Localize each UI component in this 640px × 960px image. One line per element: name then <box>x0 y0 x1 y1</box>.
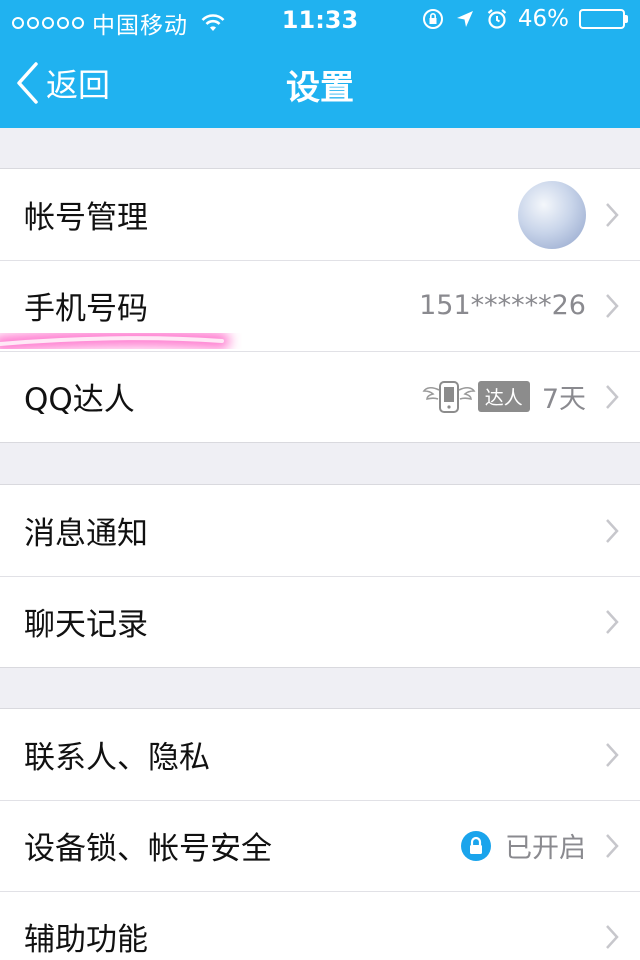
row-qq-daren[interactable]: QQ达人 达人 7天 <box>0 351 640 442</box>
nav-bar: 返回 设置 <box>0 40 640 128</box>
avatar <box>518 180 586 249</box>
row-accessory <box>604 891 620 960</box>
back-label: 返回 <box>46 66 111 104</box>
row-label: 联系人、隐私 <box>24 740 210 776</box>
chevron-right-icon <box>606 293 619 318</box>
row-accessibility[interactable]: 辅助功能 <box>0 891 640 960</box>
row-accessory <box>604 485 620 576</box>
row-chat-history[interactable]: 聊天记录 <box>0 576 640 667</box>
phone-number-value: 151******26 <box>419 290 586 321</box>
header: 中国移动 11:33 46% 返回 设置 <box>0 0 640 128</box>
chevron-left-icon <box>17 62 38 104</box>
settings-group-messages: 消息通知 聊天记录 <box>0 484 640 668</box>
chevron-right-icon <box>606 518 619 543</box>
status-right: 46% <box>422 6 628 32</box>
row-label: 帐号管理 <box>24 200 148 236</box>
row-label: 辅助功能 <box>24 922 148 958</box>
row-accessory: 151******26 <box>419 260 620 351</box>
row-device-lock-security[interactable]: 设备锁、帐号安全 已开启 <box>0 800 640 891</box>
status-bar: 中国移动 11:33 46% <box>0 0 640 40</box>
battery-percent: 46% <box>517 6 569 32</box>
settings-group-account: 帐号管理 手机号码 151******26 QQ达人 达人 7天 <box>0 168 640 443</box>
location-arrow-icon <box>456 11 473 27</box>
daren-days-value: 7天 <box>541 384 586 415</box>
chevron-right-icon <box>606 833 619 858</box>
winged-phone-icon <box>422 380 476 413</box>
battery-icon <box>579 9 628 29</box>
row-label: 聊天记录 <box>24 607 148 643</box>
chevron-right-icon <box>606 609 619 634</box>
device-lock-status: 已开启 <box>505 833 586 864</box>
row-phone-number[interactable]: 手机号码 151******26 <box>0 260 640 351</box>
row-accessory: 达人 7天 <box>422 351 620 442</box>
row-label: 设备锁、帐号安全 <box>24 831 272 867</box>
chevron-right-icon <box>606 924 619 949</box>
alarm-icon <box>487 9 507 29</box>
chevron-right-icon <box>606 202 619 227</box>
back-button[interactable]: 返回 <box>14 60 110 106</box>
row-label: 手机号码 <box>24 291 148 327</box>
row-contacts-privacy[interactable]: 联系人、隐私 <box>0 709 640 800</box>
settings-group-privacy: 联系人、隐私 设备锁、帐号安全 已开启 辅助功能 <box>0 708 640 960</box>
row-accessory <box>604 709 620 800</box>
row-accessory: 已开启 <box>461 800 620 891</box>
lock-icon <box>461 830 491 861</box>
row-message-notifications[interactable]: 消息通知 <box>0 485 640 576</box>
row-account-management[interactable]: 帐号管理 <box>0 169 640 260</box>
row-label: 消息通知 <box>24 516 148 552</box>
chevron-right-icon <box>606 742 619 767</box>
daren-badge: 达人 <box>477 381 530 412</box>
row-accessory <box>604 576 620 667</box>
settings-screen: 中国移动 11:33 46% 返回 设置 帐号管理 手机号码 151******… <box>0 0 640 960</box>
row-label: QQ达人 <box>24 382 135 418</box>
chevron-right-icon <box>606 384 619 409</box>
rotation-lock-icon <box>422 9 443 29</box>
row-accessory <box>518 169 620 260</box>
